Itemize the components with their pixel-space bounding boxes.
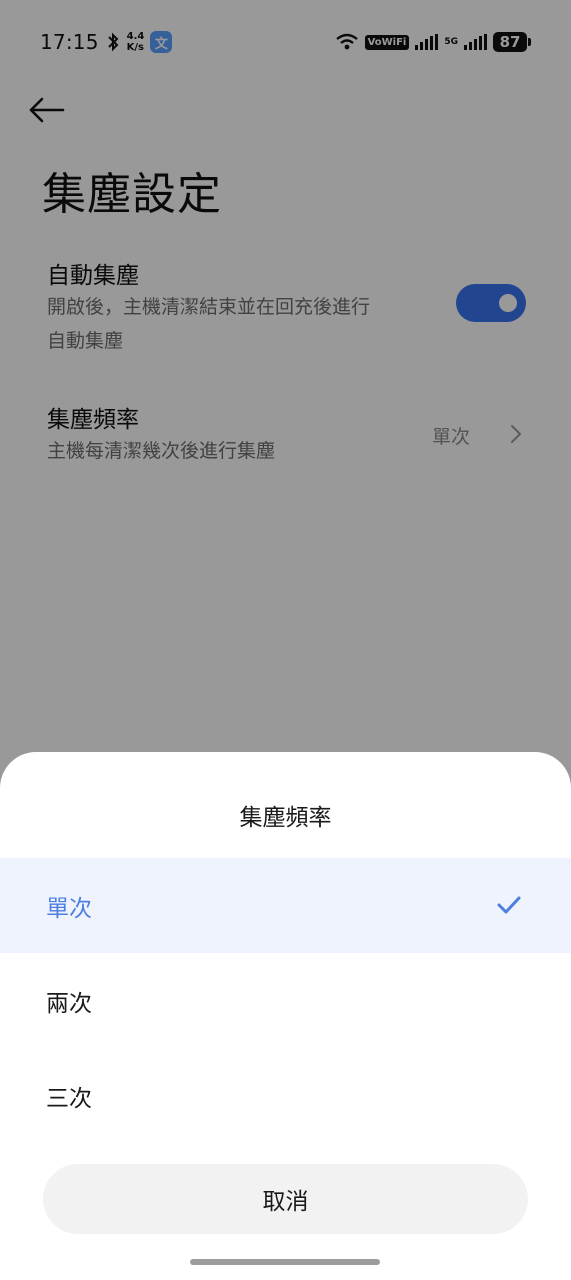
option-twice[interactable]: 兩次	[0, 953, 571, 1048]
option-label: 單次	[46, 895, 92, 922]
check-icon	[497, 896, 521, 914]
option-label: 兩次	[46, 990, 92, 1017]
sheet-title: 集塵頻率	[239, 805, 332, 831]
home-indicator[interactable]	[190, 1259, 380, 1265]
option-label: 三次	[46, 1085, 92, 1112]
frequency-bottom-sheet: 集塵頻率 單次 兩次 三次 取消	[0, 752, 571, 1280]
option-three-times[interactable]: 三次	[0, 1048, 571, 1143]
option-once[interactable]: 單次	[0, 858, 571, 953]
cancel-button[interactable]: 取消	[43, 1164, 528, 1234]
